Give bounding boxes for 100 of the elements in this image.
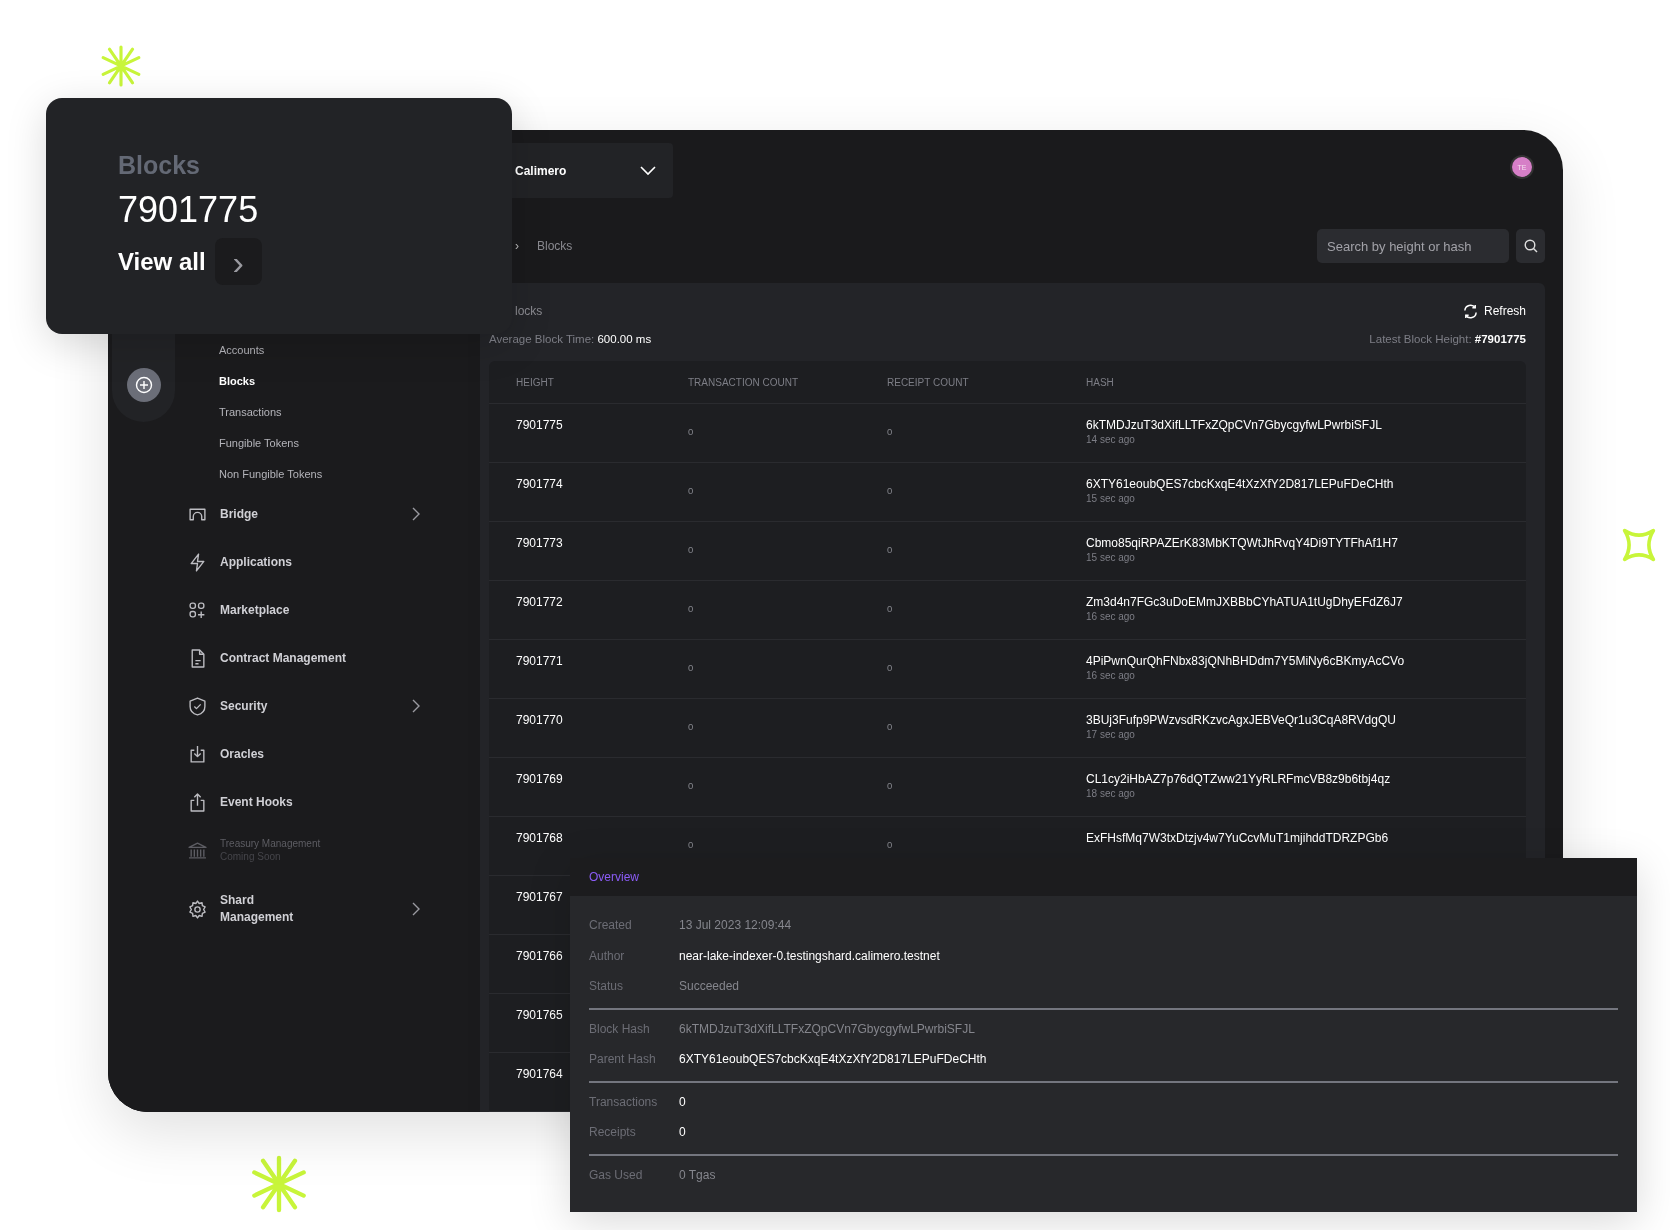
- block-hash[interactable]: ExFHsfMq7W3txDtzjv4w7YuCcvMuT1mjihddTDRZPGb6: [1086, 831, 1389, 845]
- transaction-count: 0: [688, 426, 694, 437]
- field-label: Receipts: [589, 1125, 637, 1140]
- sparkle-icon: [1621, 527, 1657, 563]
- sidebar-subitem[interactable]: Fungible Tokens: [175, 428, 468, 459]
- receipt-count: 0: [887, 603, 893, 614]
- field-value: 6kTMDJzuT3dXifLLTFxZQpCVn7GbycgyfwLPwrbiSFJL: [679, 1021, 975, 1036]
- view-all-link[interactable]: View all: [118, 247, 206, 276]
- receipt-count: 0: [887, 544, 893, 555]
- chevron-right-icon[interactable]: [412, 902, 420, 916]
- transaction-count: 0: [688, 662, 694, 673]
- block-age: 15 sec ago: [1086, 493, 1136, 504]
- add-button[interactable]: [126, 368, 161, 402]
- apps-icon: [188, 600, 207, 620]
- search-field[interactable]: Search by height or hash: [1317, 229, 1509, 263]
- chevron-right-icon[interactable]: [412, 699, 420, 713]
- receipt-count: 0: [887, 721, 893, 732]
- field-value: 13 Jul 2023 12:09:44: [679, 918, 792, 933]
- search-button[interactable]: [1516, 229, 1545, 263]
- field-label: Block Hash: [589, 1021, 651, 1036]
- sidebar-subitem[interactable]: Accounts: [175, 335, 468, 366]
- field-label: Status: [589, 979, 625, 994]
- lightning-icon: [188, 552, 207, 572]
- block-height[interactable]: 7901767: [516, 890, 563, 904]
- refresh-icon: [1462, 303, 1478, 319]
- search-icon: [1523, 239, 1538, 253]
- sidebar-item[interactable]: Bridge: [220, 505, 370, 523]
- column-header: RECEIPT COUNT: [887, 376, 970, 388]
- latest-block-height: Latest Block Height: #7901775: [1369, 333, 1526, 345]
- transaction-count: 0: [688, 839, 694, 850]
- field-label: Parent Hash: [589, 1052, 657, 1067]
- settings-icon: [188, 899, 207, 919]
- block-hash[interactable]: 6XTY61eoubQES7cbcKxqE4tXzXfY2D817LEPuFDeCHth: [1086, 477, 1394, 491]
- transaction-count: 0: [688, 603, 694, 614]
- receipt-count: 0: [887, 780, 893, 791]
- breadcrumb-separator: ›: [515, 239, 519, 253]
- average-block-time: Average Block Time: 600.00 ms: [489, 333, 652, 345]
- block-height[interactable]: 7901765: [516, 1008, 563, 1022]
- shield-icon: [188, 696, 207, 716]
- card-value: 7901775: [118, 188, 259, 232]
- sidebar-subitem[interactable]: Non Fungible Tokens: [175, 459, 468, 490]
- receipt-count: 0: [887, 839, 893, 850]
- block-height[interactable]: 7901775: [516, 418, 563, 432]
- field-value: 0: [679, 1125, 686, 1140]
- block-hash[interactable]: 3BUj3Fufp9PWzvsdRKzvcAgxJEBVeQr1u3CqA8RVdgQU: [1086, 713, 1396, 727]
- block-height[interactable]: 7901774: [516, 477, 563, 491]
- chevron-right-icon[interactable]: [412, 507, 420, 521]
- sidebar-item[interactable]: Applications: [220, 553, 370, 571]
- sparkle-icon: [100, 45, 142, 87]
- receipt-count: 0: [887, 426, 893, 437]
- network-dropdown[interactable]: Calimero: [512, 143, 673, 198]
- receipt-count: 0: [887, 662, 893, 673]
- block-age: 16 sec ago: [1086, 611, 1136, 622]
- block-height[interactable]: 7901770: [516, 713, 563, 727]
- block-hash[interactable]: 4PiPwnQurQhFNbx83jQNhBHDdm7Y5MiNy6cBKmyAcCVo: [1086, 654, 1405, 668]
- block-height[interactable]: 7901773: [516, 536, 563, 550]
- field-label: Created: [589, 918, 633, 933]
- field-value: near-lake-indexer-0.testingshard.calimero.testnet: [679, 948, 940, 963]
- block-height[interactable]: 7901772: [516, 595, 563, 609]
- sidebar-item[interactable]: Contract Management: [220, 649, 370, 667]
- block-height[interactable]: 7901766: [516, 949, 563, 963]
- field-label: Author: [589, 948, 626, 963]
- block-hash[interactable]: Cbmo85qiRPAZErK83MbKTQWtJhRvqY4Di9TYTFhAf1H7: [1086, 536, 1398, 550]
- sidebar-item[interactable]: Security: [220, 697, 370, 715]
- block-age: 16 sec ago: [1086, 670, 1136, 681]
- sidebar-item[interactable]: Oracles: [220, 745, 370, 763]
- block-hash[interactable]: 6kTMDJzuT3dXifLLTFxZQpCVn7GbycgyfwLPwrbiSFJL: [1086, 418, 1382, 432]
- sidebar-subitem[interactable]: Blocks: [175, 366, 468, 397]
- view-all-button[interactable]: ›: [214, 238, 262, 285]
- block-hash[interactable]: CL1cy2iHbAZ7p76dQTZww21YyRLRFmcVB8z9b6tbj4qz: [1086, 772, 1391, 786]
- download-icon: [188, 744, 207, 764]
- block-age: 15 sec ago: [1086, 552, 1136, 563]
- sidebar-item[interactable]: Event Hooks: [220, 793, 370, 811]
- block-hash[interactable]: Zm3d4n7FGc3uDoEMmJXBBbCYhATUA1tUgDhyEFdZ6J7: [1086, 595, 1403, 609]
- bank-icon: [188, 840, 207, 860]
- receipt-count: 0: [887, 485, 893, 496]
- transaction-count: 0: [688, 485, 694, 496]
- overview-tab[interactable]: Overview: [589, 870, 639, 884]
- transaction-count: 0: [688, 544, 694, 555]
- transaction-count: 0: [688, 780, 694, 791]
- column-header: HASH: [1086, 376, 1114, 388]
- field-label: Transactions: [589, 1094, 659, 1109]
- block-height[interactable]: 7901769: [516, 772, 563, 786]
- refresh-button[interactable]: Refresh: [1462, 303, 1526, 319]
- sidebar-item[interactable]: Shard Management: [220, 892, 310, 926]
- sidebar-subitem[interactable]: Transactions: [175, 397, 468, 428]
- field-label: Gas Used: [589, 1167, 644, 1182]
- plus-icon: [134, 376, 153, 394]
- block-age: 17 sec ago: [1086, 729, 1136, 740]
- sidebar-item[interactable]: Marketplace: [220, 601, 370, 619]
- block-age: 14 sec ago: [1086, 434, 1136, 445]
- field-value: 0: [679, 1094, 686, 1109]
- transaction-count: 0: [688, 721, 694, 732]
- breadcrumb-link[interactable]: Blocks: [537, 239, 573, 253]
- block-height[interactable]: 7901764: [516, 1067, 563, 1081]
- block-height[interactable]: 7901768: [516, 831, 563, 845]
- panel-title: locks: [515, 304, 543, 318]
- field-value: 6XTY61eoubQES7cbcKxqE4tXzXfY2D817LEPuFDeCHth: [679, 1052, 987, 1067]
- card-title: Blocks: [118, 150, 200, 180]
- block-height[interactable]: 7901771: [516, 654, 563, 668]
